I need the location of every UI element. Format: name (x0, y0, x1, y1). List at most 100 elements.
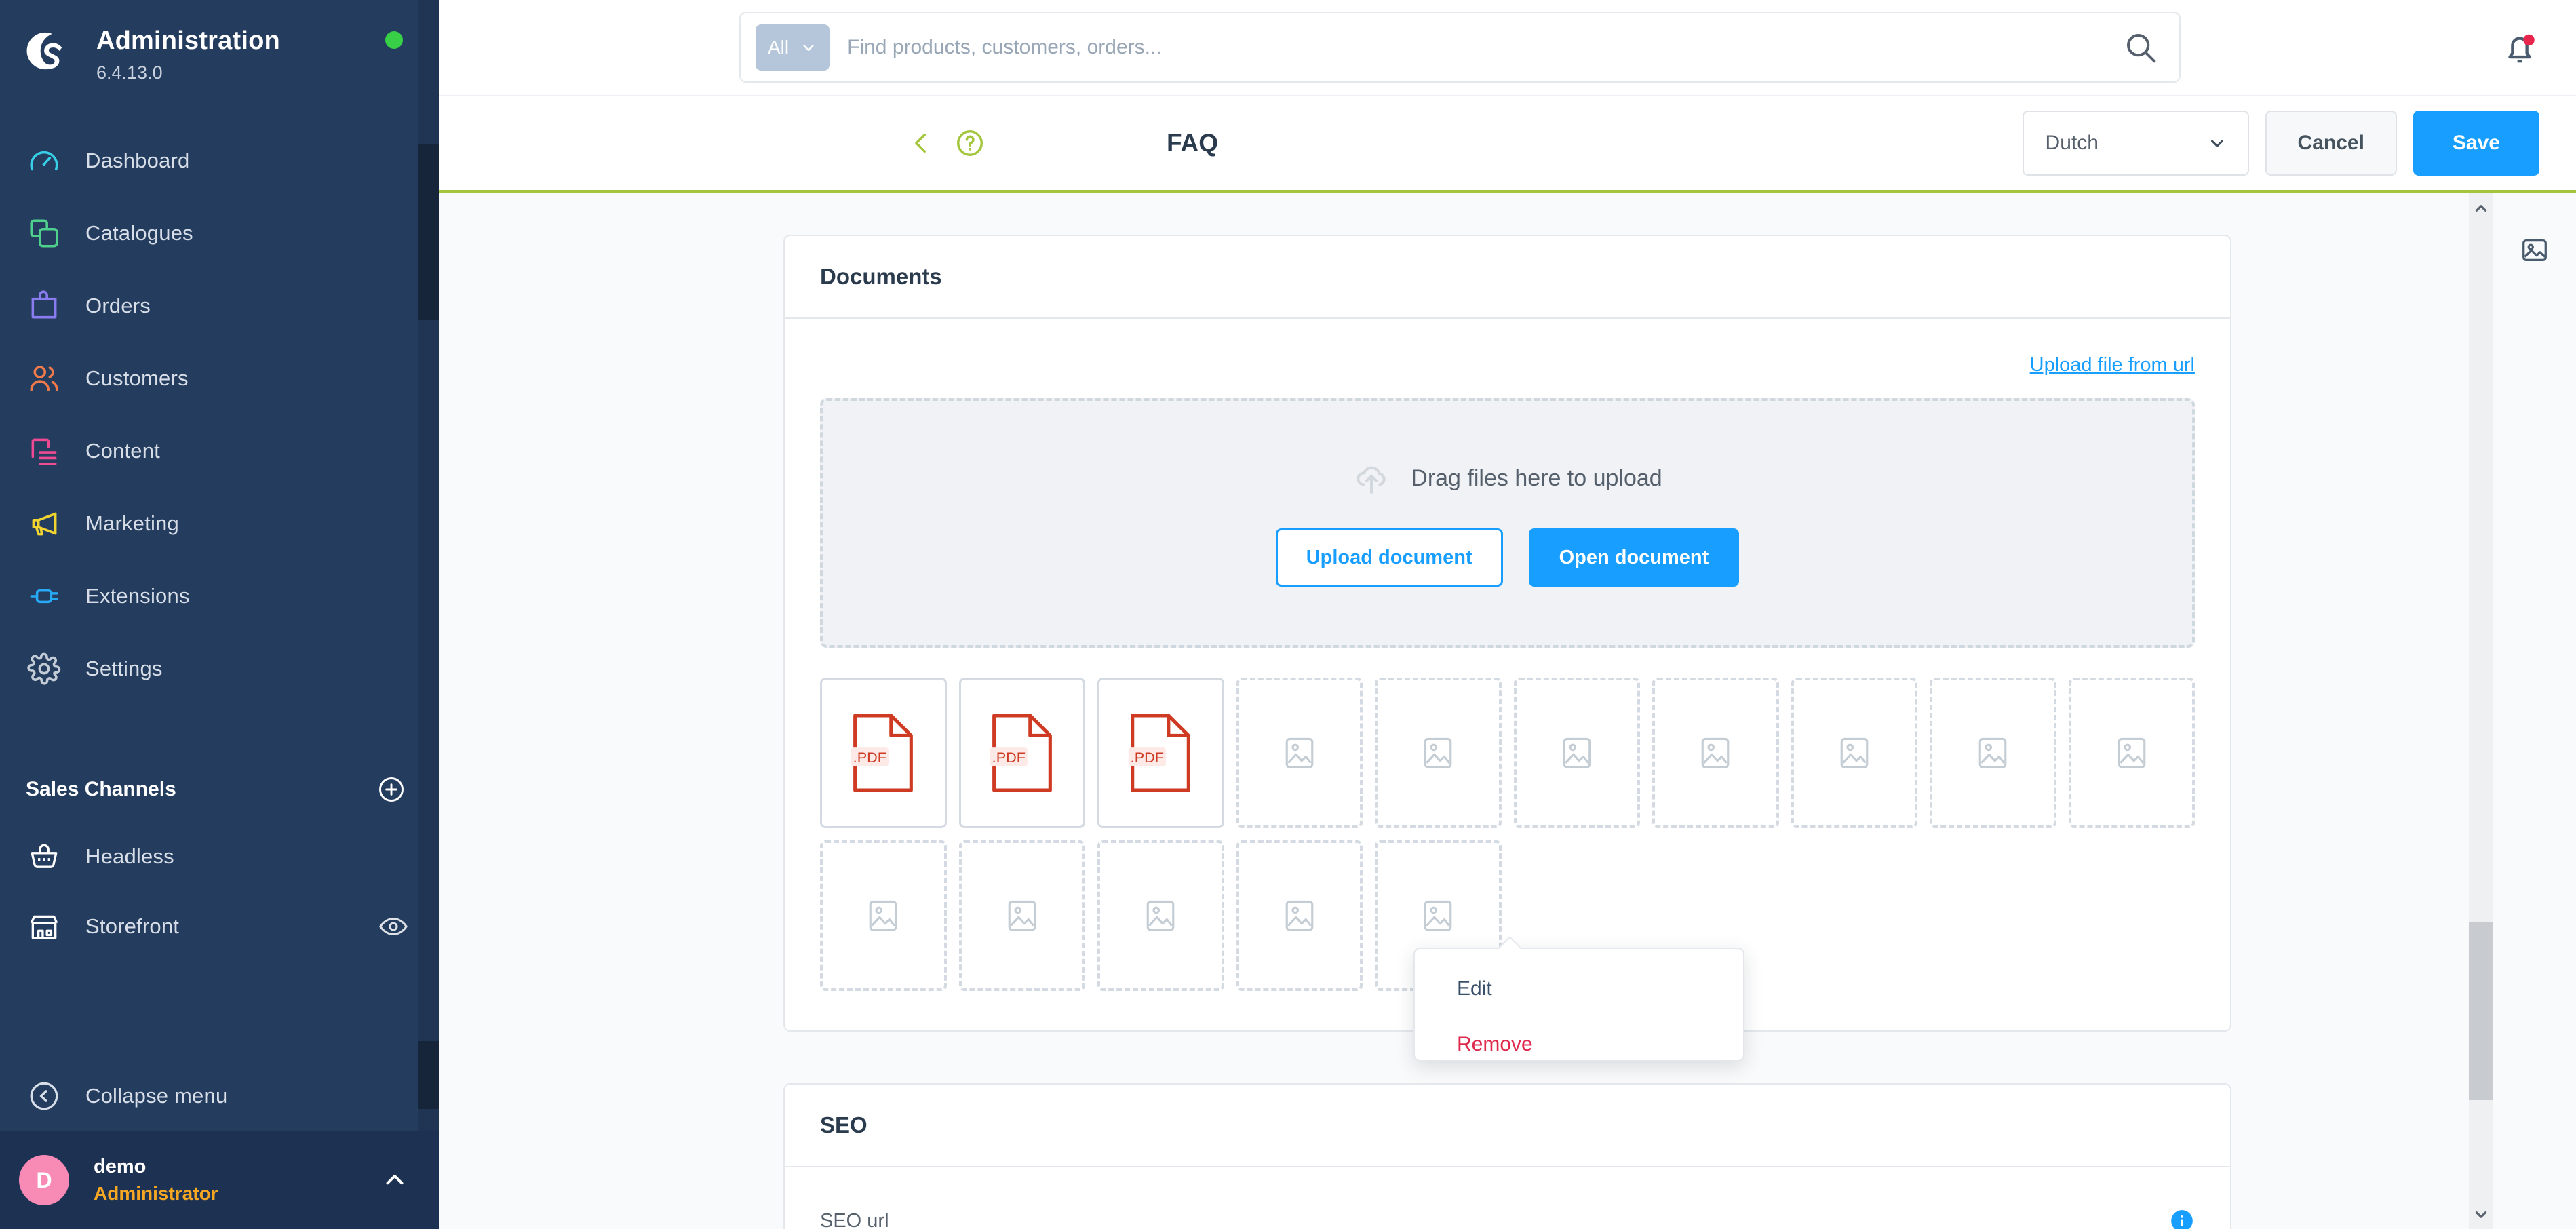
content-scrollbar[interactable] (2469, 193, 2493, 1229)
media-tile-file[interactable]: .PDF (820, 678, 947, 828)
pdf-file-icon: .PDF (1125, 711, 1196, 794)
chevron-down-icon (803, 44, 814, 51)
media-tile-empty[interactable] (1513, 678, 1640, 828)
dropzone[interactable]: Drag files here to upload Upload documen… (820, 398, 2195, 648)
sidebar-item-content[interactable]: Content (0, 414, 439, 487)
media-tile-empty[interactable] (1236, 840, 1363, 991)
collapse-left-icon (26, 1078, 62, 1114)
settings-icon (26, 650, 62, 687)
sidebar-item-label: Content (85, 438, 160, 463)
seo-card: SEO SEO url (783, 1083, 2231, 1229)
media-tile-empty[interactable] (820, 840, 947, 991)
marketing-icon (26, 505, 62, 542)
seo-url-row: SEO url (820, 1208, 2195, 1229)
main-area: All FAQ Dutch (439, 0, 2576, 1229)
search-input[interactable] (847, 35, 2122, 59)
media-tile-empty[interactable] (1236, 678, 1363, 828)
open-document-button[interactable]: Open document (1528, 528, 1740, 587)
context-menu-edit[interactable]: Edit (1415, 968, 1743, 1010)
sidebar-scrollbar-thumb-secondary[interactable] (418, 1041, 439, 1109)
sidebar-brand[interactable]: Administration 6.4.13.0 (0, 0, 439, 86)
media-tile-empty[interactable] (1652, 678, 1779, 828)
upload-file-from-url-link[interactable]: Upload file from url (2030, 354, 2195, 376)
scrollbar-down-icon[interactable] (2472, 1206, 2490, 1224)
language-select-value: Dutch (2045, 132, 2099, 154)
sidebar-item-customers[interactable]: Customers (0, 342, 439, 414)
topbar: All (439, 0, 2576, 95)
image-placeholder-icon (1005, 895, 1039, 937)
image-icon[interactable] (2519, 235, 2550, 266)
chevron-down-icon (2210, 140, 2223, 147)
svg-text:.PDF: .PDF (853, 749, 886, 766)
seo-card-body: SEO url (785, 1167, 2230, 1229)
storefront-icon (26, 908, 62, 945)
image-placeholder-icon (866, 895, 900, 937)
upload-document-button[interactable]: Upload document (1275, 528, 1503, 587)
sidebar-item-label: Extensions (85, 583, 190, 608)
global-search[interactable]: All (739, 12, 2181, 83)
media-tile-empty[interactable] (2068, 678, 2195, 828)
sidebar-scrollbar-thumb[interactable] (418, 144, 439, 320)
image-placeholder-icon (1144, 895, 1177, 937)
image-placeholder-icon (1837, 732, 1871, 774)
plus-circle-icon[interactable] (376, 775, 406, 804)
image-placeholder-icon (2115, 732, 2149, 774)
extensions-icon (26, 578, 62, 614)
dropzone-text: Drag files here to upload (1411, 465, 1662, 491)
collapse-menu-button[interactable]: Collapse menu (0, 1061, 439, 1131)
content-scrollbar-thumb[interactable] (2469, 922, 2493, 1100)
shopware-logo-icon (26, 30, 68, 72)
sidebar-item-catalogues[interactable]: Catalogues (0, 197, 439, 269)
sidebar-item-marketing[interactable]: Marketing (0, 487, 439, 560)
user-menu[interactable]: D demo Administrator (0, 1131, 439, 1229)
media-tile-empty[interactable] (1097, 840, 1224, 991)
context-menu-remove[interactable]: Remove (1415, 1023, 1743, 1066)
sidebar-item-headless[interactable]: Headless (0, 821, 439, 892)
collapse-menu-label: Collapse menu (85, 1084, 228, 1108)
basket-icon (26, 838, 62, 875)
customers-icon (26, 360, 62, 397)
image-placeholder-icon (1976, 732, 2010, 774)
media-tile-file[interactable]: .PDF (1097, 678, 1224, 828)
question-circle-icon[interactable] (954, 128, 985, 159)
right-rail (2493, 193, 2576, 1229)
image-placeholder-icon (1421, 732, 1455, 774)
sidebar-scrollbar[interactable] (418, 0, 439, 1131)
sidebar: Administration 6.4.13.0 Dashboard Catalo… (0, 0, 439, 1229)
save-button[interactable]: Save (2413, 111, 2539, 176)
search-icon[interactable] (2122, 29, 2159, 66)
info-circle-icon[interactable] (2169, 1208, 2195, 1229)
chevron-left-icon[interactable] (907, 129, 935, 157)
media-tile-empty[interactable] (958, 840, 1085, 991)
cancel-button[interactable]: Cancel (2265, 111, 2397, 176)
svg-text:.PDF: .PDF (1131, 749, 1164, 766)
seo-url-label: SEO url (820, 1209, 889, 1229)
documents-card-header: Documents (785, 236, 2230, 319)
sidebar-item-dashboard[interactable]: Dashboard (0, 124, 439, 197)
media-tile-file[interactable]: .PDF (958, 678, 1085, 828)
bell-icon[interactable] (2500, 29, 2539, 69)
page-header-actions: Dutch Cancel Save (2022, 111, 2539, 176)
eye-icon[interactable] (378, 911, 409, 942)
upload-from-url-row: Upload file from url (820, 354, 2195, 376)
avatar: D (19, 1155, 69, 1206)
chevron-up-icon[interactable] (380, 1166, 409, 1194)
sidebar-item-storefront[interactable]: Storefront (0, 892, 439, 962)
media-tile-empty[interactable] (1930, 678, 2056, 828)
context-menu-arrow (1499, 937, 1521, 950)
media-tile-empty[interactable] (1375, 678, 1502, 828)
scrollbar-up-icon[interactable] (2472, 199, 2490, 217)
sidebar-item-settings[interactable]: Settings (0, 632, 439, 705)
language-select[interactable]: Dutch (2022, 111, 2249, 176)
sidebar-item-extensions[interactable]: Extensions (0, 560, 439, 632)
search-scope-selector[interactable]: All (756, 24, 830, 71)
documents-card-body: Upload file from url Drag files here to … (785, 319, 2230, 1030)
image-placeholder-icon (1283, 895, 1316, 937)
content-icon (26, 433, 62, 469)
user-name: demo (94, 1156, 147, 1178)
dropzone-message: Drag files here to upload (1352, 459, 1662, 497)
media-tile-empty[interactable] (1791, 678, 1917, 828)
sidebar-item-orders[interactable]: Orders (0, 269, 439, 342)
image-placeholder-icon (1421, 895, 1455, 937)
svg-text:.PDF: .PDF (992, 749, 1025, 766)
